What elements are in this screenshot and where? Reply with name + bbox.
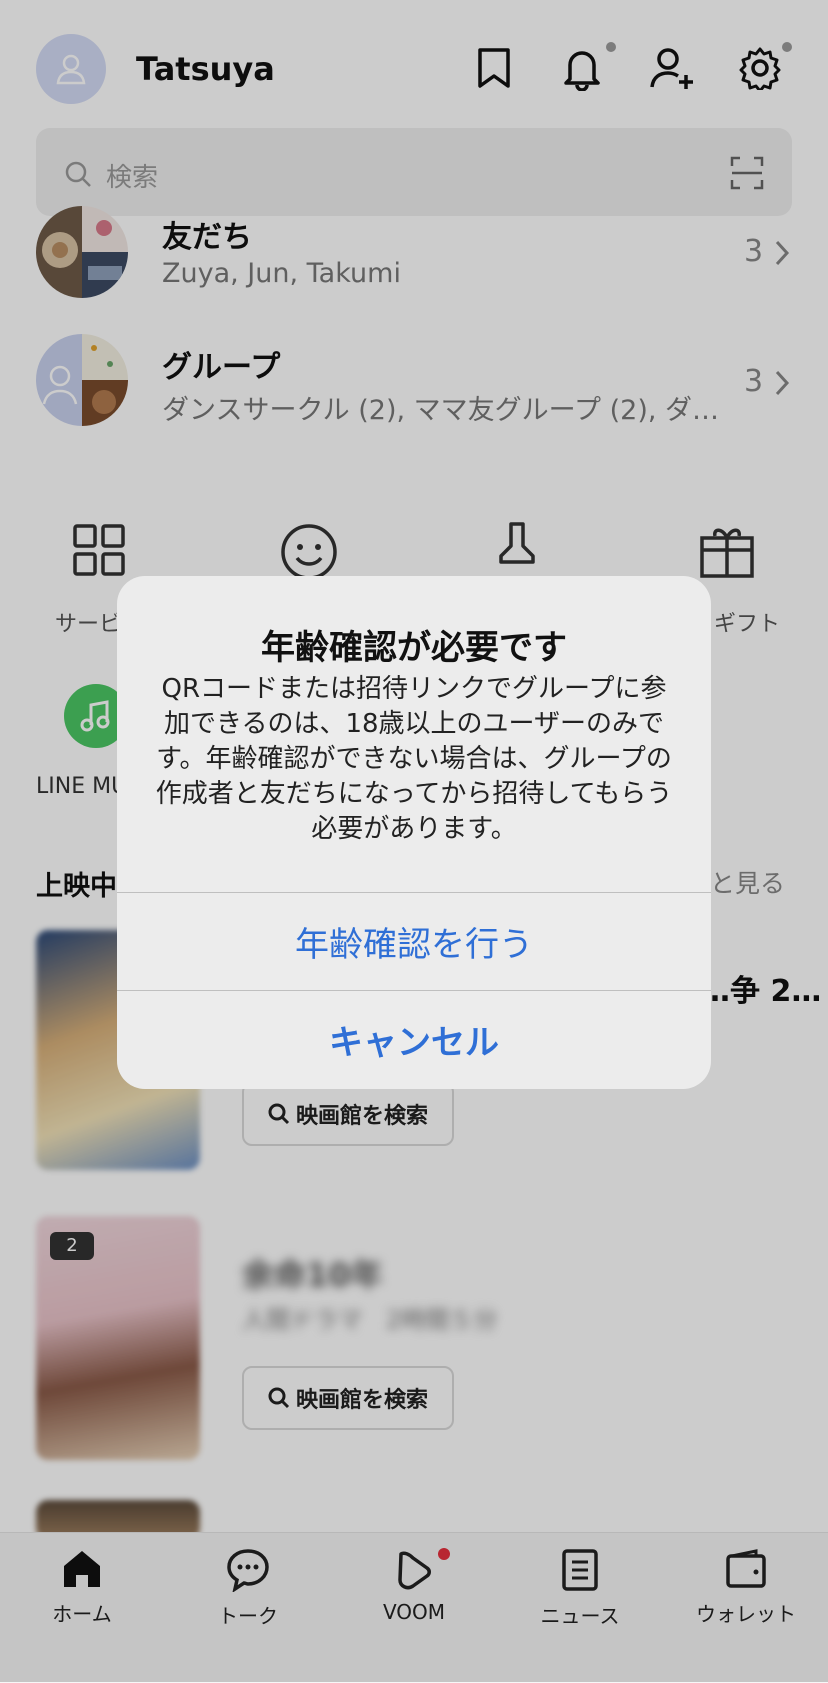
dialog-message: QRコードまたは招待リンクでグループに参加できるのは、18歳以上のユーザーのみで… (155, 674, 673, 844)
verify-age-button[interactable]: 年齢確認を行う (117, 893, 711, 989)
dialog-title: 年齢確認が必要です (261, 628, 567, 668)
cancel-button[interactable]: キャンセル (117, 991, 711, 1087)
age-verification-dialog: 年齢確認が必要です QRコードまたは招待リンクでグループに参加できるのは、18歳… (117, 576, 711, 1089)
